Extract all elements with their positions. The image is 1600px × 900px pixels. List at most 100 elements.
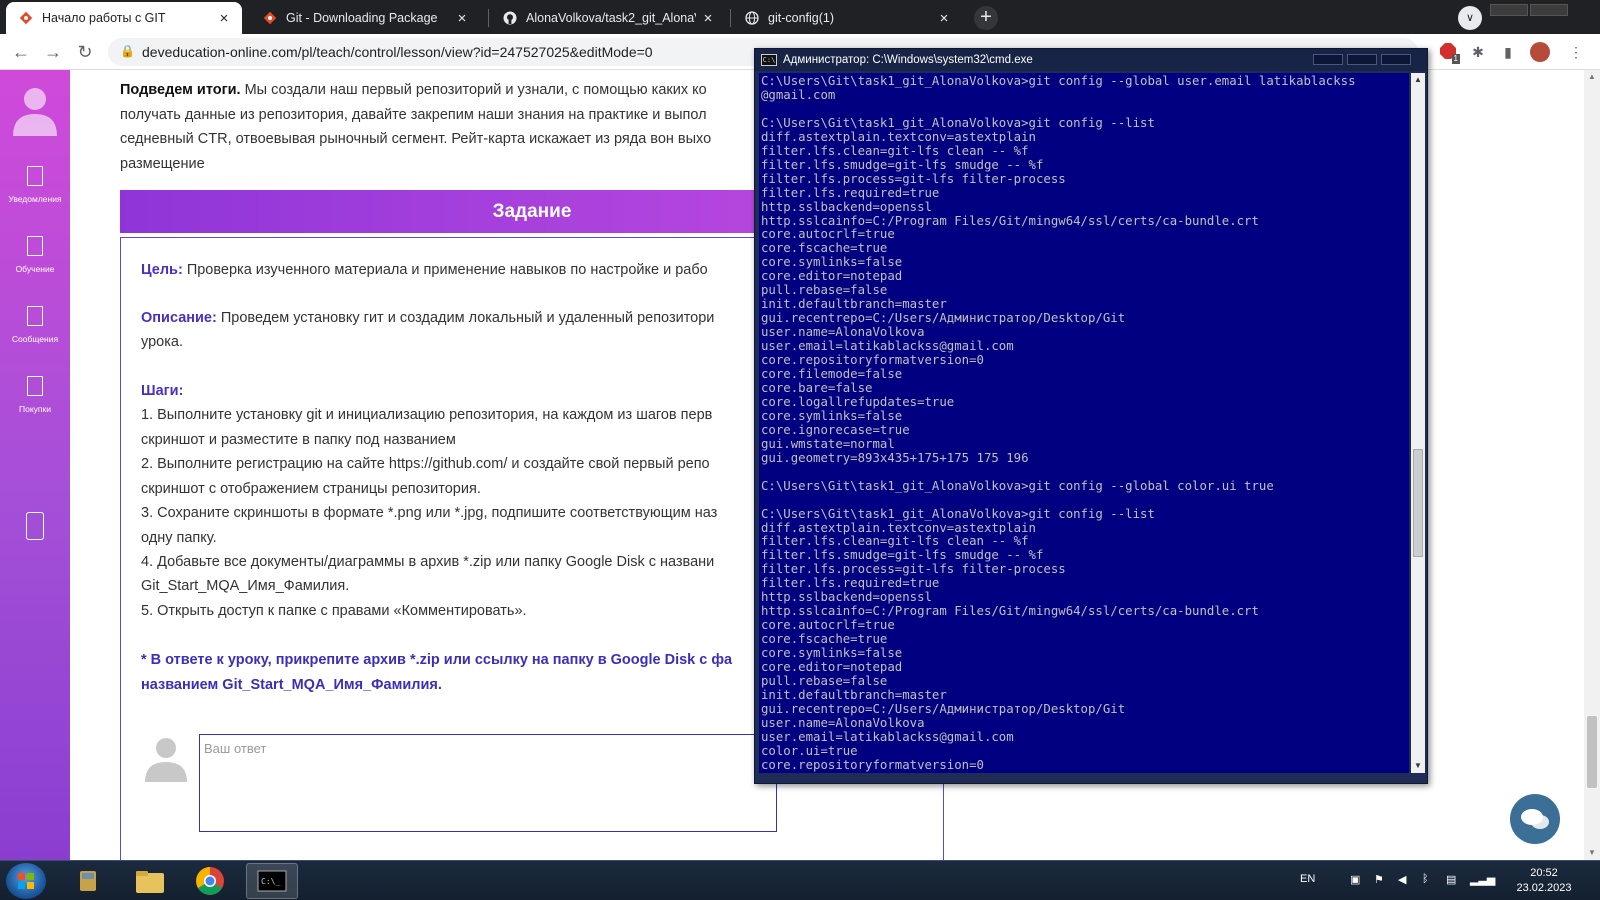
tab-title: git-config(1) <box>768 11 834 25</box>
maximize-button[interactable] <box>1530 4 1568 16</box>
cmd-minimize-button[interactable] <box>1313 54 1343 65</box>
description-line: Описание: Проведем установку гит и созда… <box>141 306 714 331</box>
minimize-button[interactable] <box>1490 4 1528 16</box>
network-icon[interactable]: ▤ <box>1446 873 1456 886</box>
tab-git-config[interactable]: git-config(1) × <box>732 2 962 34</box>
cmd-output-line <box>761 466 1406 480</box>
tab-github-repo[interactable]: AlonaVolkova/task2_git_AlonaVo × <box>490 2 726 34</box>
scroll-up-arrow-icon[interactable]: ▲ <box>1584 70 1600 84</box>
cmd-output-line: C:\Users\Git\task1_git_AlonaVolkova>git … <box>761 478 1274 493</box>
goal-label: Цель: <box>141 262 183 278</box>
svg-text:C:\_: C:\_ <box>261 877 280 886</box>
close-tab-icon[interactable]: × <box>936 10 952 27</box>
cmd-output-line: gui.recentrepo=C:/Users/Администратор/De… <box>761 701 1126 716</box>
cmd-output-line: color.ui=true <box>761 743 858 758</box>
cmd-output-line: init.defaultbranch=master <box>761 687 947 702</box>
cmd-output-line: filter.lfs.process=git-lfs filter-proces… <box>761 171 1066 186</box>
answer-textarea[interactable] <box>199 734 777 832</box>
goal-text: Проверка изученного материала и применен… <box>182 262 708 278</box>
new-tab-button[interactable]: + <box>974 6 998 30</box>
taskbar-clock[interactable]: 20:52 23.02.2023 <box>1508 866 1580 896</box>
back-arrow-icon[interactable]: ← <box>10 41 32 63</box>
page-scrollbar[interactable]: ▲ ▼ <box>1584 70 1600 860</box>
cmd-output-line: diff.astextplain.textconv=astextplain <box>761 129 1036 144</box>
cmd-close-button[interactable] <box>1381 54 1411 65</box>
signal-icon[interactable]: ▂▃▅ <box>1470 873 1495 886</box>
cmd-console[interactable]: C:\Users\Git\task1_git_AlonaVolkova>git … <box>759 73 1409 773</box>
adblock-extension-icon[interactable]: 1 <box>1438 42 1460 64</box>
cmd-output-line: init.defaultbranch=master <box>761 297 947 312</box>
step-line: скриншот и разместите в папку под назван… <box>141 432 456 448</box>
taskbar-app-chrome[interactable] <box>184 863 236 899</box>
git-logo-icon <box>262 10 278 26</box>
steps-heading: Шаги: <box>141 383 184 399</box>
security-icon[interactable]: ⚑ <box>1374 873 1384 886</box>
cmd-output-line: http.sslbackend=openssl <box>761 199 932 214</box>
cmd-output-line: C:\Users\Git\task1_git_AlonaVolkova>git … <box>761 506 1155 521</box>
start-button[interactable] <box>6 863 46 899</box>
cmd-title-bar[interactable]: C:\ Администратор: C:\Windows\system32\c… <box>755 49 1427 71</box>
extension-badge: 1 <box>1451 54 1460 64</box>
cmd-icon: C:\ <box>761 54 777 66</box>
cmd-scrollbar[interactable]: ▲ ▼ <box>1411 73 1425 773</box>
git-logo-icon <box>18 10 34 26</box>
cmd-output-line: core.repositoryformatversion=0 <box>761 757 984 772</box>
cmd-output-line: core.fscache=true <box>761 241 888 256</box>
chat-widget-button[interactable] <box>1510 794 1560 844</box>
user-avatar-icon[interactable] <box>10 84 60 136</box>
url-text[interactable]: deveducation-online.com/pl/teach/control… <box>142 44 653 60</box>
cmd-app-icon: C:\_ <box>257 870 287 892</box>
cmd-output-line: http.sslcainfo=C:/Program Files/Git/ming… <box>761 213 1259 228</box>
purchases-icon <box>27 376 43 396</box>
description-cont: урока. <box>141 334 183 350</box>
tab-git-start[interactable]: Начало работы с GIT × <box>6 2 242 34</box>
sidebar-item-purchases[interactable]: Покупки <box>0 376 70 446</box>
cmd-maximize-button[interactable] <box>1347 54 1377 65</box>
volume-muted-icon[interactable]: ◀ <box>1398 873 1406 886</box>
cmd-output-line: user.name=AlonaVolkova <box>761 325 925 340</box>
extensions-puzzle-icon[interactable]: ✱ <box>1468 42 1488 62</box>
profile-avatar[interactable] <box>1530 42 1550 62</box>
cmd-scrollbar-thumb[interactable] <box>1413 449 1423 557</box>
scroll-down-arrow-icon[interactable]: ▼ <box>1411 759 1425 773</box>
cmd-output-line: core.autocrlf=true <box>761 618 895 633</box>
side-panel-icon[interactable]: ▮ <box>1498 42 1518 62</box>
tab-git-downloading[interactable]: Git - Downloading Package × <box>250 2 480 34</box>
tab-strip: Начало работы с GIT × Git - Downloading … <box>0 0 1600 34</box>
mobile-phone-icon[interactable] <box>26 512 44 540</box>
language-indicator[interactable]: EN <box>1300 873 1315 885</box>
cmd-output-line: core.ignorecase=true <box>761 422 910 437</box>
windows-logo-icon <box>18 873 34 889</box>
sidebar-item-label: Покупки <box>19 404 51 414</box>
cmd-output-line: core.autocrlf=true <box>761 227 895 242</box>
action-center-icon[interactable]: ▣ <box>1350 873 1360 886</box>
cmd-window[interactable]: C:\ Администратор: C:\Windows\system32\c… <box>754 48 1428 784</box>
cmd-output-line: @gmail.com <box>761 87 836 102</box>
forward-arrow-icon[interactable]: → <box>42 41 64 63</box>
cmd-output-line: user.name=AlonaVolkova <box>761 715 925 730</box>
cmd-output-line: gui.geometry=893x435+175+175 175 196 <box>761 450 1029 465</box>
close-tab-icon[interactable]: × <box>454 10 470 27</box>
tab-title: AlonaVolkova/task2_git_AlonaVo <box>526 11 696 25</box>
sidebar-item-learning[interactable]: Обучение <box>0 236 70 306</box>
scroll-up-arrow-icon[interactable]: ▲ <box>1411 73 1425 87</box>
taskbar-app-explorer[interactable] <box>124 863 176 899</box>
cmd-output-line: core.repositoryformatversion=0 <box>761 353 984 368</box>
bluetooth-icon[interactable]: ᛒ <box>1422 873 1429 885</box>
browser-menu-icon[interactable]: ⋮ <box>1566 42 1586 62</box>
close-tab-icon[interactable]: × <box>216 10 232 27</box>
chat-bubbles-icon <box>1521 809 1549 829</box>
taskbar-app-cmd[interactable]: C:\_ <box>246 863 298 899</box>
description-label: Описание: <box>141 310 217 326</box>
sidebar-item-messages[interactable]: Сообщения <box>0 306 70 376</box>
scroll-down-arrow-icon[interactable]: ▼ <box>1584 846 1600 860</box>
close-tab-icon[interactable]: × <box>700 10 716 27</box>
step-line: 3. Сохраните скриншоты в формате *.png и… <box>141 505 718 521</box>
cmd-output-line: core.logallrefupdates=true <box>761 394 955 409</box>
sidebar-item-notifications[interactable]: Уведомления <box>0 166 70 236</box>
tab-search-button[interactable]: ∨ <box>1458 6 1482 30</box>
taskbar-app-tool[interactable] <box>62 863 114 899</box>
page-scrollbar-thumb[interactable] <box>1587 716 1597 788</box>
cmd-output-line <box>761 103 1406 117</box>
reload-icon[interactable]: ↻ <box>74 41 96 63</box>
